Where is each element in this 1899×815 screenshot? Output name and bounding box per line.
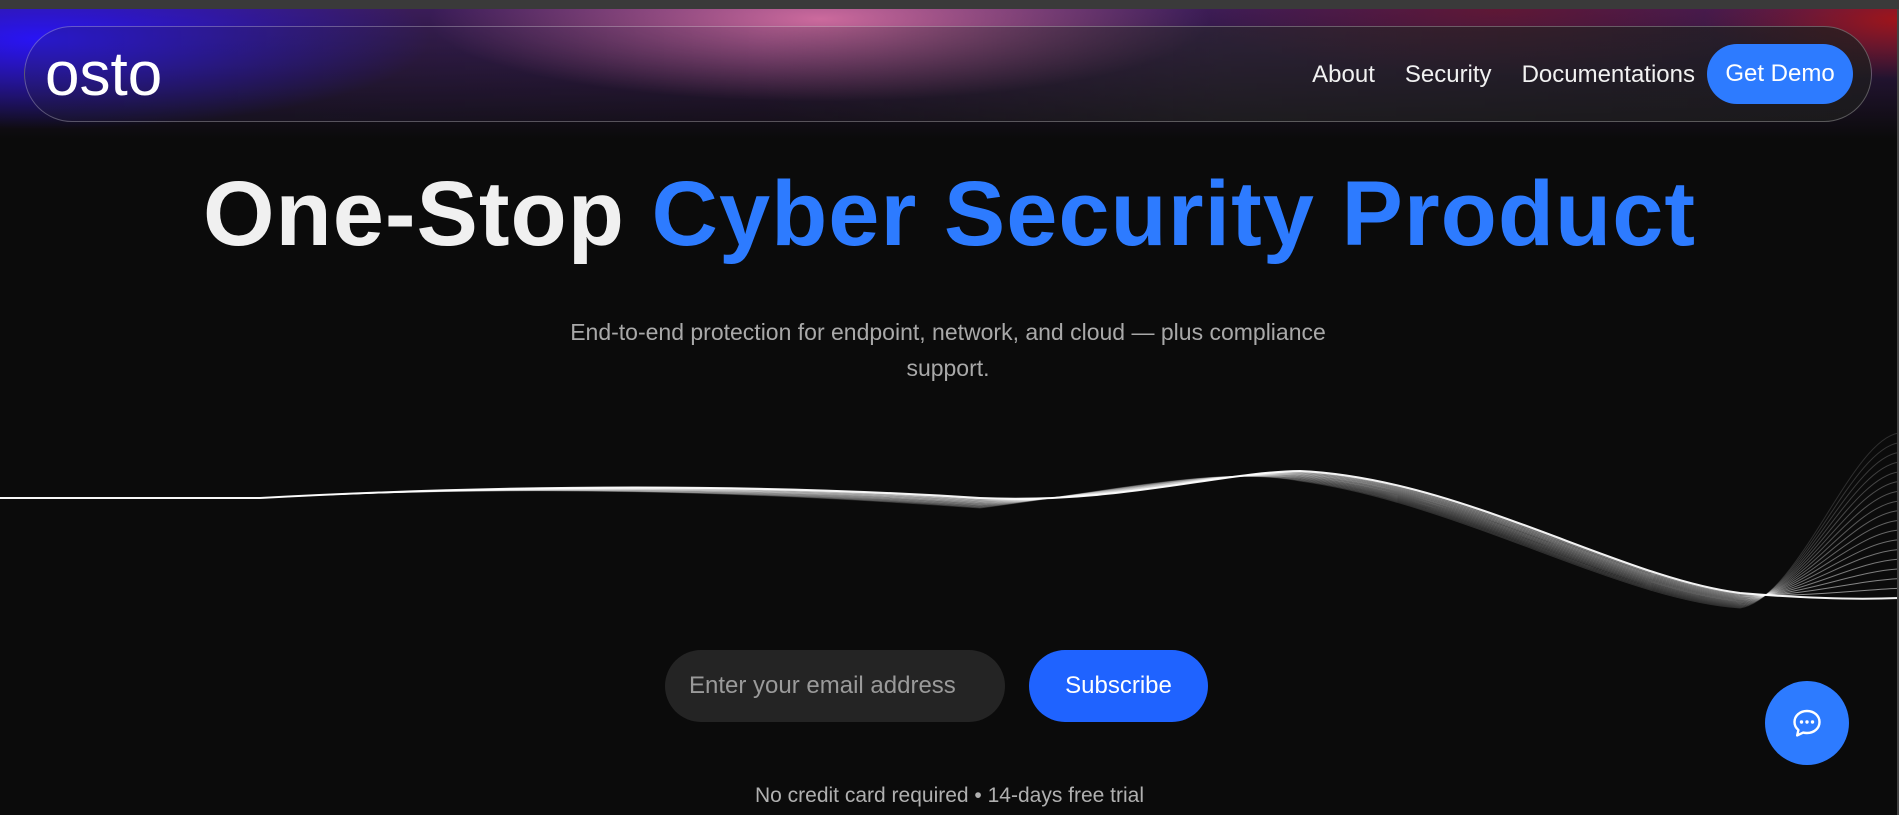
- navbar: osto About Security Documentations Get D…: [24, 26, 1872, 122]
- wave-line: [0, 442, 1899, 608]
- wave-line: [0, 451, 1899, 607]
- free-trial-note: No credit card required • 14-days free t…: [754, 784, 1145, 807]
- hero-title-part1: One-Stop: [202, 163, 625, 265]
- wave-lines-decoration: [0, 432, 1899, 609]
- wave-line: [0, 473, 1899, 599]
- wave-line: [0, 461, 1899, 606]
- nav-about-link[interactable]: About: [1312, 61, 1375, 89]
- wave-line: [0, 474, 1899, 603]
- chat-bubble-icon: [1793, 709, 1821, 737]
- wave-line: [0, 471, 1899, 596]
- wave-line: [0, 475, 1899, 604]
- wave-line: [0, 471, 1899, 605]
- osto-logo[interactable]: osto: [45, 37, 195, 109]
- wave-line: [0, 432, 1899, 609]
- hero-subtitle: End-to-end protection for endpoint, netw…: [570, 319, 1326, 381]
- nav-security-link[interactable]: Security: [1405, 61, 1492, 89]
- chat-button[interactable]: [1765, 681, 1849, 765]
- subscribe-button[interactable]: Subscribe: [1029, 650, 1208, 722]
- wave-line: [0, 474, 1899, 601]
- nav-documentations-link[interactable]: Documentations: [1522, 61, 1695, 89]
- email-input[interactable]: [665, 650, 1005, 722]
- wave-line: [0, 473, 1899, 600]
- hero-title-part2: Cyber Security Product: [651, 163, 1697, 265]
- hero-title: One-Stop Cyber Security Product: [0, 162, 1899, 267]
- browser-top-strip: [0, 0, 1899, 9]
- wave-line: [0, 469, 1899, 600]
- nav-links: About Security Documentations: [1312, 27, 1695, 123]
- wave-line: [0, 475, 1899, 605]
- get-demo-button[interactable]: Get Demo: [1707, 44, 1853, 104]
- wave-line: [0, 474, 1899, 602]
- logo-text: osto: [45, 40, 162, 109]
- landing-page: osto About Security Documentations Get D…: [0, 0, 1899, 815]
